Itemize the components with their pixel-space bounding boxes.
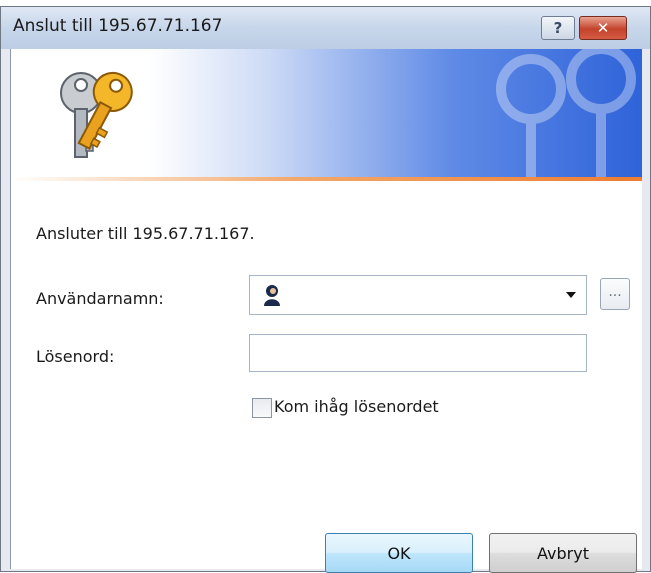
login-dialog: Anslut till 195.67.71.167 ? ✕ Ansluter t… — [0, 6, 651, 573]
remember-password-label[interactable]: Kom ihåg lösenordet — [274, 397, 439, 416]
ok-button[interactable]: OK — [325, 533, 473, 573]
username-combobox[interactable] — [249, 275, 587, 315]
dialog-banner — [11, 49, 642, 177]
cancel-label: Avbryt — [537, 543, 589, 563]
password-field[interactable] — [249, 334, 587, 372]
username-label: Användarnamn: — [36, 289, 164, 308]
close-icon: ✕ — [596, 19, 610, 37]
cancel-button[interactable]: Avbryt — [489, 533, 637, 573]
dialog-content: Ansluter till 195.67.71.167. Användarnam… — [10, 49, 642, 573]
help-button[interactable]: ? — [541, 16, 575, 40]
password-label: Lösenord: — [36, 347, 115, 366]
help-icon: ? — [553, 19, 563, 37]
browse-label: ... — [608, 284, 622, 300]
banner-accent-line — [11, 177, 642, 181]
title-bar[interactable]: Anslut till 195.67.71.167 ? ✕ — [1, 7, 650, 49]
user-icon — [264, 285, 280, 306]
remember-password-checkbox[interactable] — [252, 398, 272, 418]
ok-label: OK — [387, 543, 411, 563]
dialog-title: Anslut till 195.67.71.167 — [13, 16, 223, 36]
chevron-down-icon[interactable] — [566, 292, 576, 298]
connecting-message: Ansluter till 195.67.71.167. — [36, 224, 255, 243]
browse-user-button[interactable]: ... — [600, 278, 630, 310]
keys-icon — [60, 71, 133, 158]
close-button[interactable]: ✕ — [579, 16, 627, 40]
keys-watermark-icon — [496, 49, 636, 177]
